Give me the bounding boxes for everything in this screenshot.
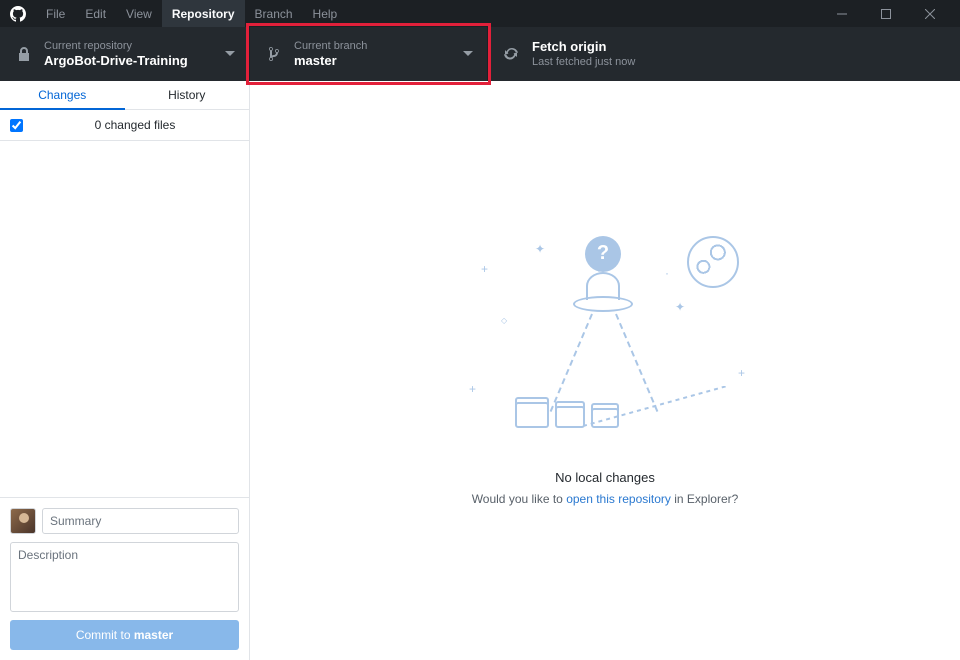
- current-branch-selector[interactable]: Current branch master: [250, 27, 488, 81]
- fetch-origin-button[interactable]: Fetch origin Last fetched just now: [488, 27, 649, 81]
- lock-icon: [14, 46, 34, 62]
- menu-file[interactable]: File: [36, 0, 75, 27]
- menu-help[interactable]: Help: [303, 0, 348, 27]
- main-pane: ✦ + · ◇ + ✦ + ? No local c: [250, 81, 960, 660]
- commit-panel: Commit to master: [0, 497, 249, 660]
- menu-view[interactable]: View: [116, 0, 162, 27]
- toolbar: Current repository ArgoBot-Drive-Trainin…: [0, 27, 960, 81]
- select-all-checkbox[interactable]: [10, 119, 23, 132]
- chevron-down-icon: [225, 51, 235, 57]
- commit-description-input[interactable]: [10, 542, 239, 612]
- menu-edit[interactable]: Edit: [75, 0, 116, 27]
- menubar: File Edit View Repository Branch Help: [0, 0, 960, 27]
- window-maximize-button[interactable]: [864, 0, 908, 27]
- current-repository-selector[interactable]: Current repository ArgoBot-Drive-Trainin…: [0, 27, 250, 81]
- branch-value: master: [294, 53, 367, 69]
- changes-count-label: 0 changed files: [31, 118, 239, 132]
- menu-repository[interactable]: Repository: [162, 0, 245, 27]
- changes-header: 0 changed files: [0, 110, 249, 141]
- git-branch-icon: [264, 46, 284, 62]
- tab-changes[interactable]: Changes: [0, 81, 125, 110]
- sidebar: Changes History 0 changed files Commit t…: [0, 81, 250, 660]
- commit-btn-branch: master: [134, 628, 173, 642]
- commit-summary-input[interactable]: [42, 508, 239, 534]
- repo-value: ArgoBot-Drive-Training: [44, 53, 188, 69]
- repo-label: Current repository: [44, 39, 188, 53]
- commit-button[interactable]: Commit to master: [10, 620, 239, 650]
- chevron-down-icon: [463, 51, 473, 57]
- sync-icon: [502, 46, 522, 62]
- avatar: [10, 508, 36, 534]
- menu-branch[interactable]: Branch: [245, 0, 303, 27]
- empty-subtitle: Would you like to open this repository i…: [472, 491, 739, 506]
- planet-icon: [687, 236, 739, 288]
- ufo-icon: [573, 272, 633, 312]
- commit-btn-prefix: Commit to: [76, 628, 134, 642]
- tab-history[interactable]: History: [125, 81, 250, 109]
- question-bubble-icon: ?: [585, 236, 621, 272]
- empty-title: No local changes: [555, 470, 655, 485]
- fetch-label: Fetch origin: [532, 39, 635, 55]
- fetch-status: Last fetched just now: [532, 55, 635, 69]
- github-logo-icon: [8, 4, 28, 24]
- empty-state-illustration: ✦ + · ◇ + ✦ + ?: [465, 236, 745, 436]
- sidebar-tabs: Changes History: [0, 81, 249, 110]
- window-minimize-button[interactable]: [820, 0, 864, 27]
- open-in-explorer-link[interactable]: open this repository: [566, 492, 671, 506]
- branch-label: Current branch: [294, 39, 367, 53]
- window-close-button[interactable]: [908, 0, 952, 27]
